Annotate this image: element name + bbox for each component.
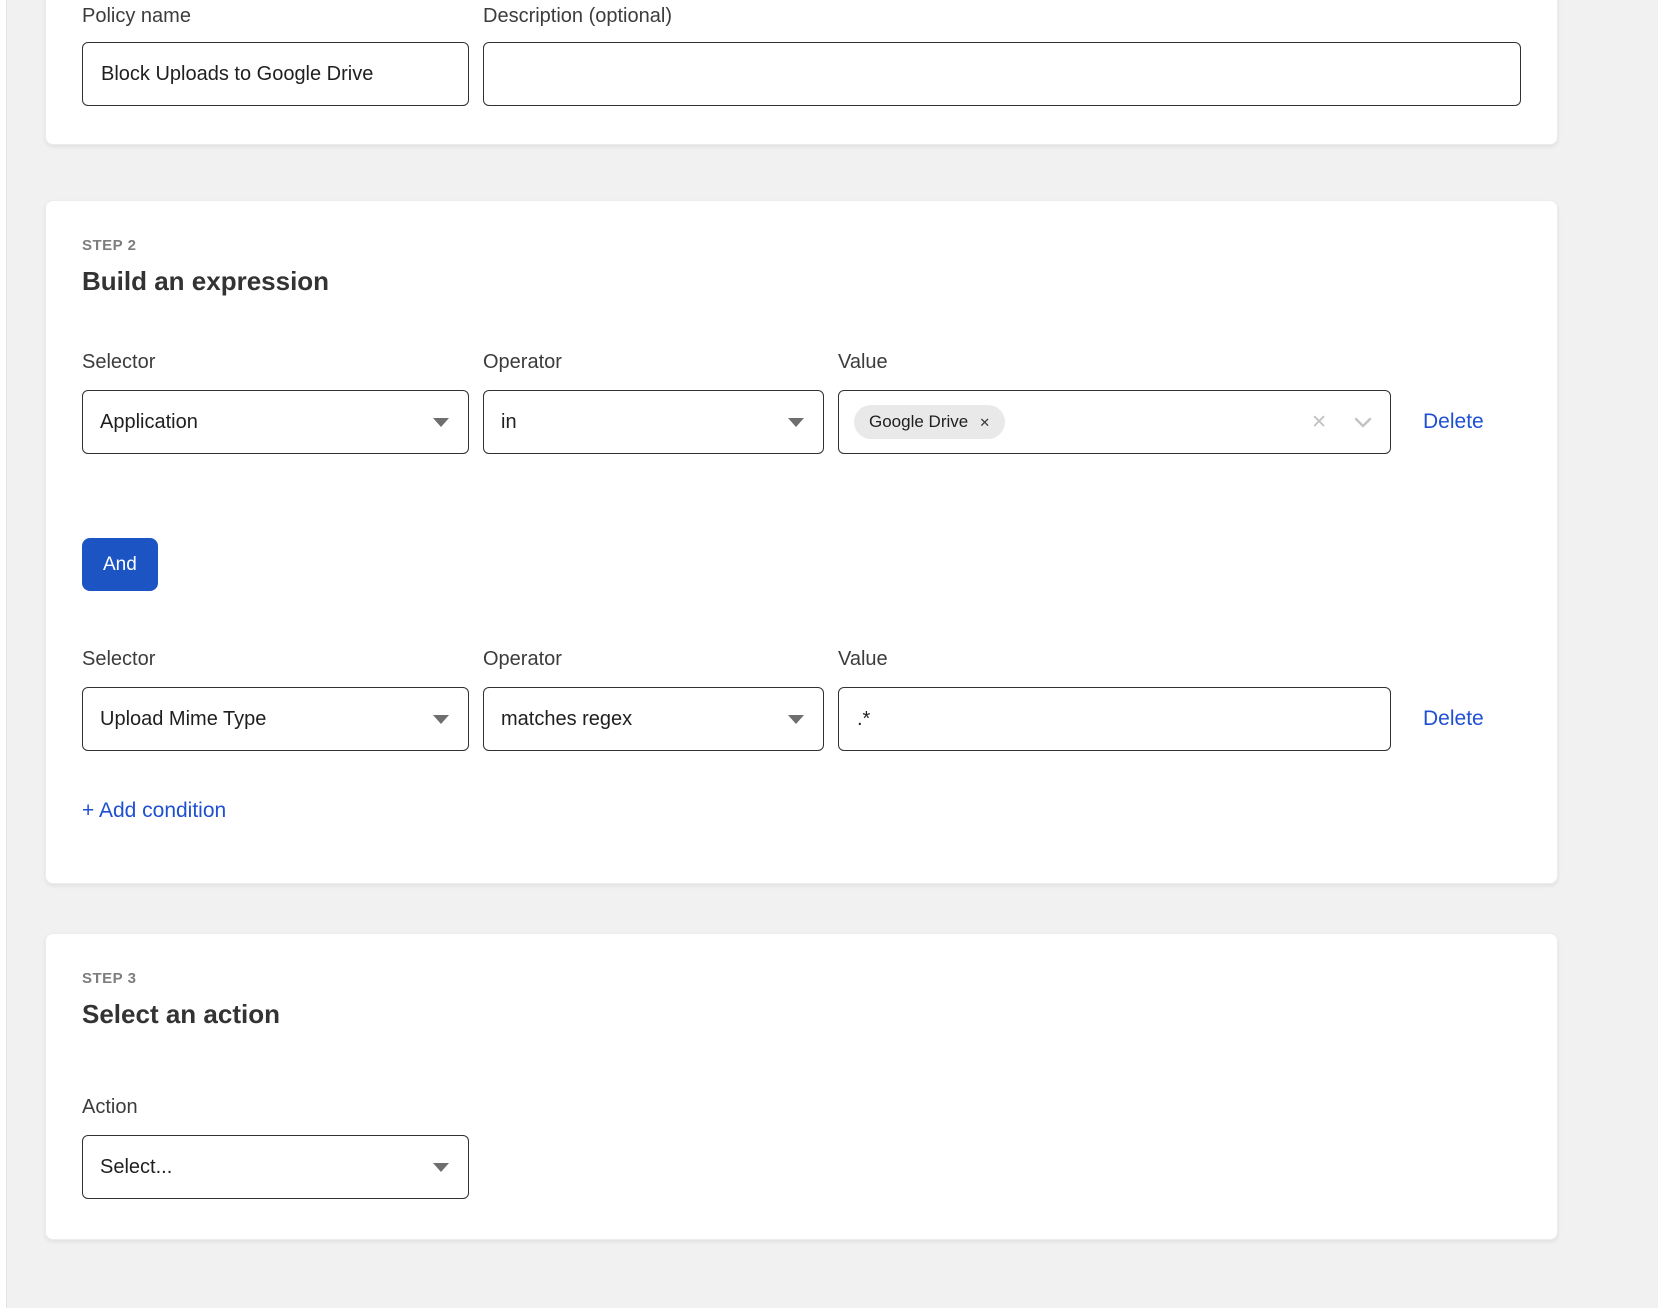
- page-left-edge: [0, 0, 7, 1308]
- build-expression-card: STEP 2 Build an expression Selector Oper…: [45, 200, 1558, 884]
- value-tag-label: Google Drive: [869, 412, 968, 432]
- value-tag: Google Drive ✕: [854, 405, 1005, 439]
- value-regex-input[interactable]: [838, 687, 1391, 751]
- operator-label: Operator: [483, 350, 824, 374]
- step2-title: Build an expression: [82, 264, 1521, 298]
- selector-label: Selector: [82, 350, 469, 374]
- remove-tag-icon[interactable]: ✕: [979, 416, 990, 429]
- value-label: Value: [838, 647, 1391, 671]
- delete-condition-link[interactable]: Delete: [1423, 707, 1484, 731]
- condition1-labels-row: Selector Operator Value: [82, 350, 1521, 374]
- description-input[interactable]: [483, 42, 1521, 106]
- value-label: Value: [838, 350, 1391, 374]
- caret-down-icon: [788, 418, 804, 427]
- action-dropdown-value: Select...: [100, 1156, 172, 1179]
- step3-title: Select an action: [82, 997, 1521, 1031]
- step3-label: STEP 3: [82, 970, 1521, 987]
- operator-dropdown-value: in: [501, 411, 517, 434]
- selector-dropdown[interactable]: Upload Mime Type: [82, 687, 469, 751]
- caret-down-icon: [433, 715, 449, 724]
- description-label: Description (optional): [483, 4, 1521, 28]
- chevron-down-icon[interactable]: [1354, 417, 1372, 428]
- selector-dropdown-value: Upload Mime Type: [100, 708, 266, 731]
- operator-dropdown[interactable]: matches regex: [483, 687, 824, 751]
- step2-label: STEP 2: [82, 237, 1521, 254]
- condition2-labels-row: Selector Operator Value: [82, 647, 1521, 671]
- select-action-card: STEP 3 Select an action Action Select...: [45, 933, 1558, 1240]
- delete-condition-link[interactable]: Delete: [1423, 410, 1484, 434]
- caret-down-icon: [433, 418, 449, 427]
- policy-details-card: Policy name Description (optional): [45, 0, 1558, 145]
- policy-name-field-group: Policy name: [82, 4, 469, 106]
- and-joiner-button[interactable]: And: [82, 538, 158, 591]
- policy-name-input[interactable]: [82, 42, 469, 106]
- clear-icon[interactable]: ✕: [1311, 413, 1327, 432]
- description-field-group: Description (optional): [483, 4, 1521, 106]
- policy-name-label: Policy name: [82, 4, 469, 28]
- operator-dropdown[interactable]: in: [483, 390, 824, 454]
- action-dropdown[interactable]: Select...: [82, 1135, 469, 1199]
- condition1-controls-row: Application in Google Drive ✕ ✕: [82, 390, 1521, 454]
- selector-label: Selector: [82, 647, 469, 671]
- policy-builder-form: Policy name Description (optional) STEP …: [45, 0, 1558, 1240]
- value-multiselect[interactable]: Google Drive ✕ ✕: [838, 390, 1391, 454]
- selector-dropdown[interactable]: Application: [82, 390, 469, 454]
- operator-label: Operator: [483, 647, 824, 671]
- operator-dropdown-value: matches regex: [501, 708, 632, 731]
- action-label: Action: [82, 1095, 1521, 1119]
- selector-dropdown-value: Application: [100, 411, 198, 434]
- caret-down-icon: [433, 1163, 449, 1172]
- add-condition-link[interactable]: + Add condition: [82, 799, 226, 823]
- condition2-controls-row: Upload Mime Type matches regex Delete: [82, 687, 1521, 751]
- caret-down-icon: [788, 715, 804, 724]
